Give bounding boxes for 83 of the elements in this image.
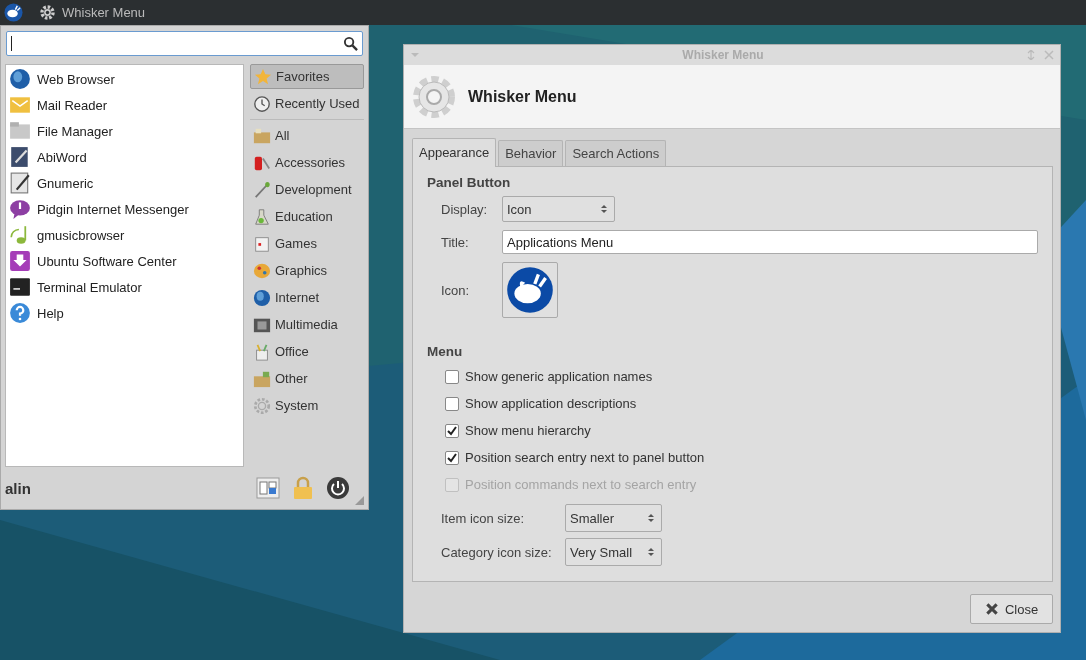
settings-icon[interactable]	[256, 476, 280, 500]
app-item[interactable]: Web Browser	[6, 66, 243, 92]
checkbox-label: Show generic application names	[465, 369, 653, 384]
palette-icon	[253, 261, 271, 280]
category-item[interactable]: Education	[250, 204, 364, 229]
item-icon-size-dropdown[interactable]: Smaller	[565, 504, 662, 532]
mouse-logo-icon	[506, 266, 554, 314]
envelope-icon	[9, 94, 31, 116]
gear-icon	[253, 396, 271, 415]
gear-icon	[39, 4, 56, 21]
view-item[interactable]: Favorites	[250, 64, 364, 89]
title-field[interactable]: Applications Menu	[502, 230, 1038, 254]
box-icon	[253, 126, 271, 145]
checkbox-label: Show menu hierarchy	[465, 423, 591, 438]
category-item[interactable]: Internet	[250, 285, 364, 310]
globe-icon	[253, 288, 271, 307]
download-icon	[9, 250, 31, 272]
category-item[interactable]: Multimedia	[250, 312, 364, 337]
category-item[interactable]: All	[250, 123, 364, 148]
tab[interactable]: Behavior	[498, 140, 564, 166]
checkbox[interactable]	[445, 423, 459, 438]
tab[interactable]: Search Actions	[565, 140, 667, 166]
brush-icon	[253, 180, 271, 199]
category-item[interactable]: Other	[250, 366, 364, 391]
panel-menu-button[interactable]: Whisker Menu	[35, 1, 150, 24]
app-item[interactable]: Mail Reader	[6, 92, 243, 118]
app-item[interactable]: Help	[6, 300, 243, 326]
checkbox-label: Position search entry next to panel button	[465, 450, 705, 465]
field-label: Item icon size:	[441, 510, 526, 526]
checkbox[interactable]	[445, 369, 459, 384]
field-label: Title:	[441, 234, 470, 250]
star-icon	[254, 67, 272, 86]
checkbox[interactable]	[445, 450, 459, 465]
flask-icon	[253, 207, 271, 226]
app-item[interactable]: Terminal Emulator	[6, 274, 243, 300]
close-icon	[984, 602, 999, 616]
view-item[interactable]: Recently Used	[250, 91, 364, 116]
globe-icon	[9, 68, 31, 90]
folder-icon	[9, 120, 31, 142]
spreadsheet-icon	[9, 172, 31, 194]
category-icon-size-dropdown[interactable]: Very Small	[565, 538, 662, 566]
category-item[interactable]: System	[250, 393, 364, 418]
user-name: alin	[5, 479, 31, 497]
clock-icon	[253, 94, 271, 113]
category-item[interactable]: Office	[250, 339, 364, 364]
app-item[interactable]: AbiWord	[6, 144, 243, 170]
section-heading: Panel Button	[427, 175, 512, 190]
card-icon	[253, 234, 271, 253]
close-button[interactable]: Close	[970, 594, 1053, 624]
category-item[interactable]: Accessories	[250, 150, 364, 175]
category-item[interactable]: Development	[250, 177, 364, 202]
display-dropdown[interactable]: Icon	[502, 196, 615, 222]
category-item[interactable]: Games	[250, 231, 364, 256]
checkbox-label: Position commands next to search entry	[465, 477, 697, 492]
mouse-logo-icon[interactable]	[4, 3, 23, 22]
terminal-icon	[9, 276, 31, 298]
search-field[interactable]	[6, 31, 363, 56]
spinner-arrows-icon	[600, 203, 608, 215]
pencil-cup-icon	[253, 342, 271, 361]
speech-bubble-icon	[9, 198, 31, 220]
power-icon[interactable]	[326, 476, 350, 500]
box-icon	[253, 369, 271, 388]
field-label: Category icon size:	[441, 544, 553, 560]
icon-button[interactable]	[502, 262, 558, 318]
spinner-arrows-icon	[647, 512, 655, 524]
section-heading: Menu	[427, 344, 464, 359]
checkbox-label: Show application descriptions	[465, 396, 637, 411]
tab[interactable]: Appearance	[412, 138, 497, 167]
resize-grip-icon[interactable]	[355, 496, 364, 505]
app-item[interactable]: Pidgin Internet Messenger	[6, 196, 243, 222]
spinner-arrows-icon	[647, 546, 655, 558]
notebook-icon	[9, 146, 31, 168]
field-label: Display:	[441, 201, 489, 217]
app-item[interactable]: File Manager	[6, 118, 243, 144]
app-item[interactable]: gmusicbrowser	[6, 222, 243, 248]
app-item[interactable]: Gnumeric	[6, 170, 243, 196]
field-label: Icon:	[441, 282, 471, 298]
app-item[interactable]: Ubuntu Software Center	[6, 248, 243, 274]
search-icon[interactable]	[343, 36, 358, 51]
dialog-heading: Whisker Menu	[468, 87, 577, 106]
category-item[interactable]: Graphics	[250, 258, 364, 283]
help-icon	[9, 302, 31, 324]
checkbox[interactable]	[445, 396, 459, 411]
